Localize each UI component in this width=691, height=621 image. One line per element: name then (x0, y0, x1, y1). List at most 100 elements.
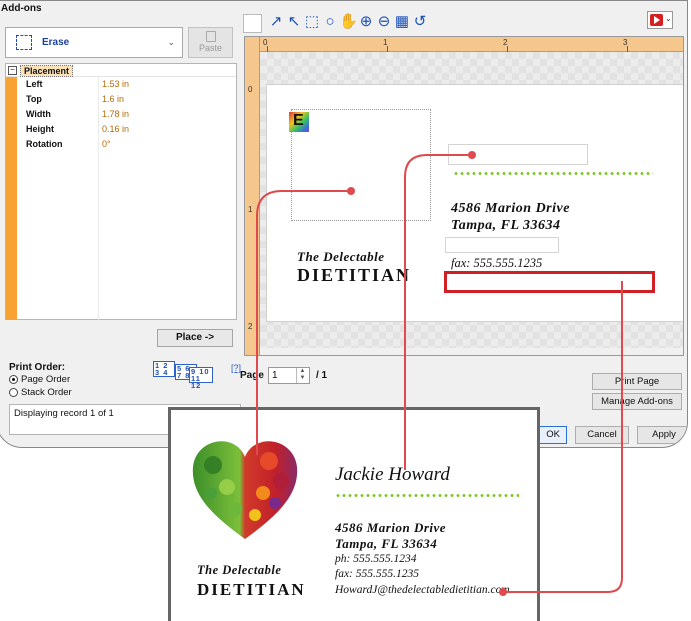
image-placeholder[interactable] (291, 109, 431, 221)
hand-pan-icon[interactable]: ✋ (339, 13, 358, 31)
business-card-preview: Jackie Howard 4586 Marion Drive Tampa, F… (168, 407, 540, 621)
radio-stack-order[interactable]: Stack Order (9, 387, 72, 399)
property-name: Height (26, 124, 54, 134)
radio-button[interactable] (9, 388, 18, 397)
row-marker (6, 92, 17, 107)
address-line-1[interactable]: 4586 Marion Drive (451, 201, 570, 217)
page-spinner[interactable]: ▲ ▼ (296, 368, 308, 383)
ruler-label: 0 (248, 85, 253, 94)
card-email: HowardJ@thedelectabledietitian.com (335, 584, 510, 596)
selection-icon (16, 35, 32, 50)
property-row-left[interactable]: Left 1.53 in (6, 77, 236, 92)
property-name: Rotation (26, 139, 63, 149)
lasso-icon[interactable]: ○ (321, 13, 339, 31)
brand-line-1[interactable]: The Delectable (297, 249, 385, 265)
page-order-sheet: 1 23 4 (153, 361, 175, 377)
zoom-out-icon[interactable]: ⊖ (375, 13, 393, 31)
manage-addons-button[interactable]: Manage Add-ons (592, 393, 682, 410)
collapse-icon[interactable]: − (8, 66, 17, 75)
card-phone: ph: 555.555.1234 (335, 553, 417, 565)
grid-divider (98, 77, 99, 320)
e-badge-letter: E (293, 112, 304, 129)
page-order-icon: 1 23 4 5 67 8 9 10 11 12 (153, 361, 213, 391)
apply-button[interactable]: Apply (637, 426, 687, 444)
row-marker (6, 137, 17, 152)
card-address-line-2: Tampa, FL 33634 (335, 536, 438, 551)
ruler-horizontal: 0 1 2 3 (245, 37, 683, 52)
horizontal-scrollbar[interactable] (260, 348, 683, 355)
pointer-icon[interactable]: ↖ (285, 13, 303, 31)
green-dotted-line (453, 172, 653, 175)
clipboard-icon (205, 31, 216, 42)
chevron-down-icon: ⌄ (665, 14, 672, 23)
card-brand-line-2: DIETITIAN (197, 580, 306, 599)
property-value[interactable]: 1.6 in (102, 94, 124, 104)
card-preview: 4586 Marion Drive Tampa, FL 33634 fax: 5… (267, 85, 683, 321)
paste-label: Paste (198, 43, 222, 53)
phone-field-box[interactable] (445, 237, 559, 253)
vegetable-heart-image (192, 441, 298, 539)
canvas-toolbar: ↗ ↖ ⬚ ○ ✋ ⊕ ⊖ ▦ ↺ (243, 11, 683, 33)
ruler-label: 2 (248, 322, 253, 331)
grid-gutter (6, 152, 17, 320)
card-fax: fax: 555.555.1235 (335, 568, 420, 580)
address-line-2[interactable]: Tampa, FL 33634 (451, 218, 561, 234)
page-order-sheet: 9 10 11 12 (189, 367, 213, 389)
cancel-button[interactable]: Cancel (575, 426, 629, 444)
property-value[interactable]: 1.53 in (102, 79, 129, 89)
page-total: / 1 (316, 370, 328, 381)
property-row-top[interactable]: Top 1.6 in (6, 92, 236, 107)
rotate-icon[interactable]: ↺ (411, 13, 429, 31)
brand-line-2[interactable]: DIETITIAN (297, 265, 411, 286)
name-field-box[interactable] (448, 144, 588, 165)
category-label: Placement (20, 65, 74, 77)
property-row-width[interactable]: Width 1.78 in (6, 107, 236, 122)
radio-label: Stack Order (21, 387, 72, 398)
left-panel: Erase ⌄ Paste − Placement Left 1.53 in T… (5, 27, 241, 435)
print-page-button[interactable]: Print Page (592, 373, 682, 390)
property-row-rotation[interactable]: Rotation 0° (6, 137, 236, 152)
ruler-label: 1 (248, 205, 253, 214)
e-addon-icon[interactable]: E (289, 112, 309, 132)
erase-dropdown[interactable]: Erase ⌄ (5, 27, 183, 58)
place-button[interactable]: Place -> (157, 329, 233, 347)
print-order-title: Print Order: (9, 362, 66, 373)
color-swatch[interactable] (243, 14, 262, 33)
property-grid: − Placement Left 1.53 in Top 1.6 in Widt… (5, 63, 237, 320)
property-category[interactable]: − Placement (6, 64, 236, 77)
row-marker (6, 107, 17, 122)
grid-icon[interactable]: ▦ (393, 13, 411, 31)
property-name: Top (26, 94, 42, 104)
sheet-number: 11 12 (191, 374, 202, 390)
zoom-in-icon[interactable]: ⊕ (357, 13, 375, 31)
sheet-number: 3 4 (155, 368, 169, 377)
addons-dialog: Add-ons Erase ⌄ Paste − Placement Left 1… (0, 0, 688, 448)
paste-button[interactable]: Paste (188, 27, 233, 58)
window-title: Add-ons (1, 3, 42, 14)
card-address-line-1: 4586 Marion Drive (335, 520, 447, 535)
property-value[interactable]: 0° (102, 139, 111, 149)
card-name: Jackie Howard (335, 464, 450, 485)
fax-line[interactable]: fax: 555.555.1235 (451, 256, 542, 271)
pen-icon[interactable]: ↗ (267, 13, 285, 31)
radio-page-order[interactable]: Page Order (9, 374, 70, 386)
row-marker (6, 122, 17, 137)
row-marker (6, 77, 17, 92)
property-row-height[interactable]: Height 0.16 in (6, 122, 236, 137)
card-brand-line-1: The Delectable (197, 563, 282, 577)
property-value[interactable]: 0.16 in (102, 124, 129, 134)
page-label: Page (240, 370, 264, 381)
property-value[interactable]: 1.78 in (102, 109, 129, 119)
selected-email-field[interactable] (444, 271, 655, 293)
print-order-group: Print Order: Page Order Stack Order (9, 362, 72, 399)
design-canvas[interactable]: 0 1 2 3 0 1 2 4586 Marion Drive Tampa, F… (244, 36, 684, 356)
chevron-down-icon: ⌄ (167, 37, 175, 47)
ruler-vertical: 0 1 2 (245, 37, 260, 355)
property-name: Left (26, 79, 43, 89)
radio-button[interactable] (9, 375, 18, 384)
rect-select-icon[interactable]: ⬚ (303, 13, 321, 31)
property-name: Width (26, 109, 51, 119)
radio-label: Page Order (21, 374, 71, 385)
green-dotted-line (335, 494, 519, 497)
video-help-button[interactable]: ⌄ (647, 11, 673, 29)
